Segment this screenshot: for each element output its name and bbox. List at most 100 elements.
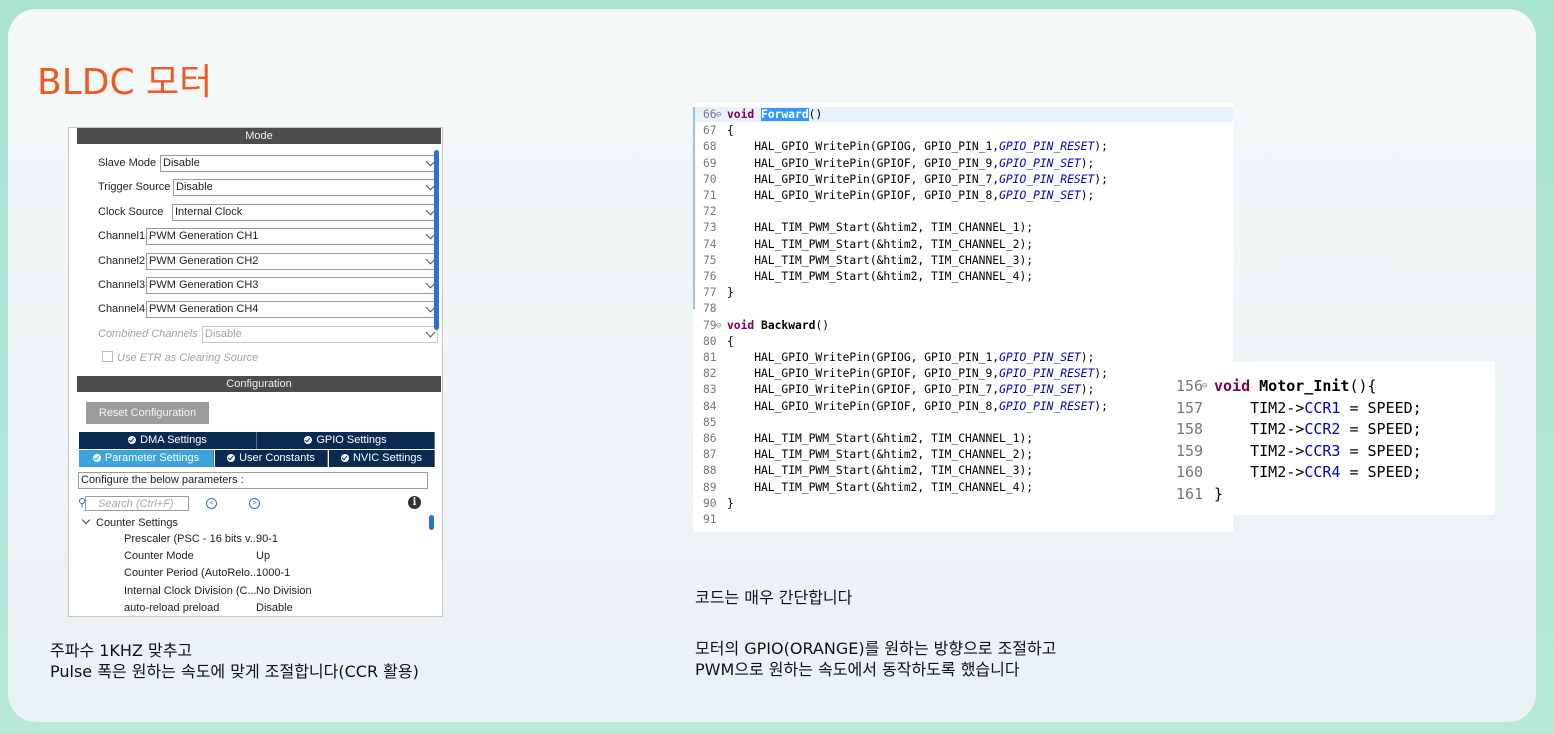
select-value: PWM Generation CH1 [149, 230, 259, 243]
code-line: 158 TIM2->CCR2 = SPEED; [1166, 419, 1495, 440]
tab-gpio-settings[interactable]: GPIO Settings [257, 432, 435, 449]
mode-row-select[interactable]: PWM Generation CH4 [146, 301, 438, 319]
code-line: 75 HAL_TIM_PWM_Start(&htim2, TIM_CHANNEL… [693, 254, 1233, 267]
fold-icon[interactable]: ⊖ [716, 320, 721, 332]
reset-configuration-button[interactable]: Reset Configuration [86, 402, 209, 424]
counter-settings-group[interactable]: Counter Settings [81, 515, 178, 529]
params-scrollbar[interactable] [429, 515, 434, 530]
check-circle-icon [128, 436, 137, 444]
line-number: 160 [1176, 463, 1204, 481]
select-value: PWM Generation CH2 [149, 254, 259, 267]
code-line: 91 [693, 514, 1233, 526]
mode-row-select[interactable]: PWM Generation CH1 [146, 228, 438, 246]
mode-scrollbar[interactable] [434, 150, 439, 330]
configure-instructions: Configure the below parameters : [78, 472, 428, 489]
tab-nvic-settings[interactable]: NVIC Settings [329, 450, 435, 467]
line-number: 86 [703, 432, 717, 445]
param-row[interactable]: Prescaler (PSC - 16 bits v... 90-1 [124, 533, 278, 549]
code-line: 70 HAL_GPIO_WritePin(GPIOF, GPIO_PIN_7,G… [693, 172, 1233, 186]
tab-label: User Constants [239, 452, 315, 464]
line-number: 82 [703, 367, 717, 381]
select-value: PWM Generation CH3 [149, 279, 259, 291]
code-line: 76 HAL_TIM_PWM_Start(&htim2, TIM_CHANNEL… [693, 271, 1233, 283]
param-name: Prescaler (PSC - 16 bits v... [124, 533, 259, 545]
code-line: 78 [693, 303, 1233, 315]
code-line: 68 HAL_GPIO_WritePin(GPIOG, GPIO_PIN_1,G… [693, 141, 1233, 153]
code-text: } [1214, 484, 1224, 503]
previous-icon[interactable]: < [206, 498, 217, 509]
line-number: 158 [1176, 420, 1204, 438]
code-text: TIM2->CCR2 = SPEED; [1214, 420, 1422, 438]
line-number: 77 [703, 286, 717, 300]
mode-row-select[interactable]: Disable [202, 325, 438, 343]
code-text: TIM2->CCR4 = SPEED; [1214, 463, 1422, 481]
code-line: 160 TIM2->CCR4 = SPEED; [1166, 462, 1495, 483]
param-row[interactable]: Counter Mode Up [124, 550, 270, 566]
info-icon[interactable]: i [408, 496, 421, 509]
line-number: 157 [1176, 398, 1204, 417]
code-text: HAL_GPIO_WritePin(GPIOG, GPIO_PIN_1,GPIO… [727, 351, 1095, 364]
code-line: 82 HAL_GPIO_WritePin(GPIOF, GPIO_PIN_9,G… [693, 368, 1233, 380]
code-line: 84 HAL_GPIO_WritePin(GPIOF, GPIO_PIN_8,G… [693, 400, 1233, 413]
tab-user-constants[interactable]: User Constants [215, 450, 328, 467]
line-number: 70 [703, 172, 717, 186]
code-line: 161} [1166, 484, 1495, 505]
code-line: 77} [693, 287, 1233, 299]
code-text: HAL_GPIO_WritePin(GPIOF, GPIO_PIN_7,GPIO… [727, 383, 1095, 397]
use-etr-label: Use ETR as Clearing Source [117, 352, 259, 364]
tab-dma-settings[interactable]: DMA Settings [79, 432, 257, 449]
use-etr-checkbox[interactable]: Use ETR as Clearing Source [102, 351, 258, 364]
code-line: 66 ⊖ void Forward() [693, 108, 1233, 121]
code-text: HAL_TIM_PWM_Start(&htim2, TIM_CHANNEL_1)… [727, 221, 1034, 235]
tab-label: DMA Settings [140, 434, 207, 446]
select-value: Disable [176, 181, 213, 194]
note-pwm-speed: PWM으로 원하는 속도에서 동작하도록 했습니다 [695, 660, 1020, 679]
line-number: 89 [703, 480, 717, 494]
mode-row-select[interactable]: PWM Generation CH3 [146, 277, 438, 294]
mode-row-select[interactable]: Disable [173, 179, 438, 197]
code-line: 85 [693, 416, 1233, 429]
code-text: HAL_TIM_PWM_Start(&htim2, TIM_CHANNEL_3)… [727, 464, 1034, 478]
fold-icon[interactable]: ⊖ [716, 109, 721, 121]
line-number: 83 [703, 383, 717, 397]
tab-label: GPIO Settings [316, 434, 387, 446]
line-number: 78 [703, 302, 717, 316]
configuration-header: Configuration [77, 376, 441, 392]
checkbox-box[interactable] [102, 351, 113, 362]
fold-icon[interactable]: ⊖ [1202, 376, 1207, 397]
code-text: HAL_TIM_PWM_Start(&htim2, TIM_CHANNEL_1)… [727, 432, 1034, 445]
code-text: HAL_TIM_PWM_Start(&htim2, TIM_CHANNEL_4)… [727, 480, 1034, 494]
line-number: 159 [1176, 441, 1204, 460]
line-number: 72 [703, 205, 717, 219]
code-line: 71 HAL_GPIO_WritePin(GPIOF, GPIO_PIN_8,G… [693, 190, 1233, 202]
note-frequency: 주파수 1KHZ 맞추고 [50, 641, 193, 660]
code-editor-forward-backward: 66 ⊖ void Forward() 67{68 HAL_GPIO_WritePin… [693, 103, 1233, 532]
param-row[interactable]: Counter Period (AutoRelo... 1000-1 [124, 567, 290, 583]
search-input[interactable]: Search (Ctrl+F) [85, 496, 189, 511]
code-text: HAL_TIM_PWM_Start(&htim2, TIM_CHANNEL_4)… [727, 270, 1034, 283]
code-line: 157 TIM2->CCR1 = SPEED; [1166, 398, 1495, 419]
line-number: 67 [703, 124, 717, 138]
param-row[interactable]: Internal Clock Division (C... No Division [124, 585, 312, 601]
code-line: 89 HAL_TIM_PWM_Start(&htim2, TIM_CHANNEL… [693, 480, 1233, 494]
code-text: HAL_TIM_PWM_Start(&htim2, TIM_CHANNEL_2)… [727, 237, 1034, 251]
line-number: 156 [1176, 377, 1204, 395]
code-line: 86 HAL_TIM_PWM_Start(&htim2, TIM_CHANNEL… [693, 433, 1233, 445]
param-value: No Division [256, 584, 312, 597]
mode-row-label: Clock Source [98, 205, 164, 218]
code-text: HAL_GPIO_WritePin(GPIOF, GPIO_PIN_9,GPIO… [727, 367, 1108, 381]
code-text: void Motor_Init(){ [1214, 377, 1377, 395]
mode-row-select[interactable]: Internal Clock [172, 203, 438, 221]
next-icon[interactable]: > [249, 498, 260, 509]
line-number: 91 [703, 513, 717, 526]
mode-row-select[interactable]: Disable [160, 155, 438, 172]
tab-label: NVIC Settings [352, 452, 423, 464]
code-line: 156 ⊖ void Motor_Init(){ [1166, 376, 1495, 397]
code-text: } [727, 496, 734, 510]
param-row[interactable]: auto-reload preload Disable [124, 602, 293, 616]
tab-parameter-settings[interactable]: Parameter Settings [79, 450, 214, 467]
line-number: 74 [703, 237, 717, 251]
mode-row-select[interactable]: PWM Generation CH2 [146, 252, 438, 270]
note-gpio-direction: 모터의 GPIO(ORANGE)를 원하는 방향으로 조절하고 [695, 639, 1057, 658]
note-code-simple: 코드는 매우 간단합니다 [695, 588, 853, 607]
